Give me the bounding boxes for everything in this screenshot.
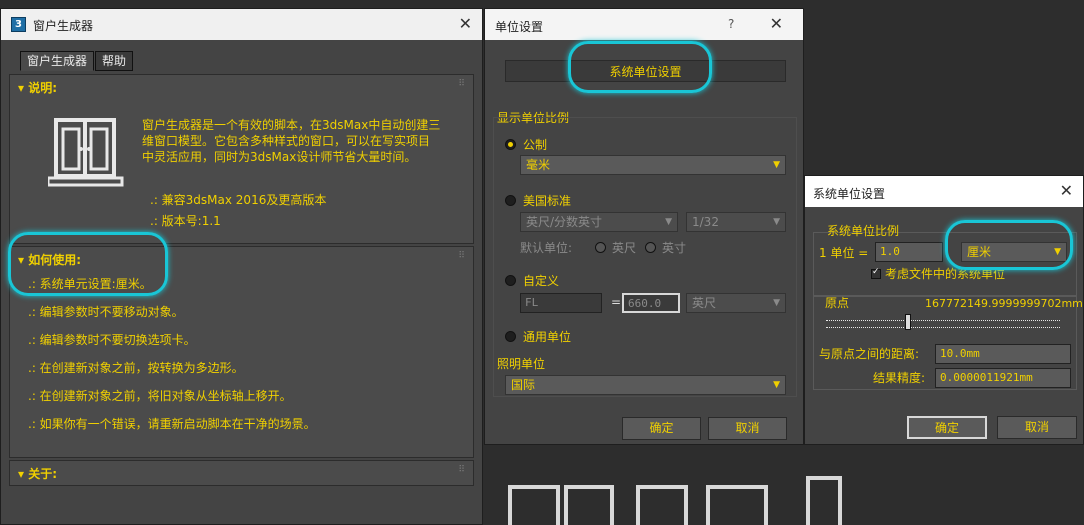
close-icon[interactable]: ✕	[770, 14, 783, 33]
radio-generic[interactable]	[505, 331, 516, 342]
generator-tabs: 窗户生成器 帮助	[20, 51, 134, 71]
system-unit-titlebar[interactable]: 系统单位设置 ✕	[805, 176, 1083, 207]
howto-item: .: 在创建新对象之前，将旧对象从坐标轴上移开。	[28, 389, 292, 403]
us-fraction-dropdown[interactable]: 1/32 ▼	[686, 212, 786, 232]
origin-label: 原点	[825, 296, 850, 310]
system-unit-title: 系统单位设置	[813, 187, 886, 201]
chevron-down-icon: ▼	[773, 298, 780, 308]
window-system-unit: 系统单位设置 ✕ 系统单位比例 1 单位 = 1.0 厘米▼ 考虑文件中的系统单…	[804, 175, 1084, 445]
origin-slider-thumb[interactable]	[905, 314, 911, 330]
rollout-description: ▾ 说明: ⠿ 窗户生成器是一个有效的脚本，在3dsMax中自动创建三 维窗口模…	[9, 74, 474, 244]
lighting-units-label: 照明单位	[497, 357, 546, 371]
app-3dsmax-icon: 3	[11, 17, 26, 32]
custom-equals: =	[611, 295, 622, 309]
close-icon[interactable]: ✕	[459, 14, 472, 33]
us-unit-dropdown[interactable]: 英尺/分数英寸 ▼	[520, 212, 678, 232]
lighting-units-dropdown[interactable]: 国际 ▼	[505, 375, 786, 395]
howto-item: .: 在创建新对象之前，按转换为多边形。	[28, 361, 244, 375]
cancel-button[interactable]: 取消	[708, 417, 787, 440]
highlight-ring	[945, 220, 1073, 270]
radio-custom[interactable]	[505, 275, 516, 286]
generic-label: 通用单位	[523, 330, 572, 344]
rollout-grip-icon: ⠿	[458, 79, 465, 89]
close-icon[interactable]: ✕	[1060, 181, 1073, 200]
ok-button[interactable]: 确定	[622, 417, 701, 440]
default-unit-label: 默认单位:	[520, 241, 573, 255]
custom-label: 自定义	[523, 274, 560, 288]
tab-generator[interactable]: 窗户生成器	[20, 51, 95, 71]
description-text: 窗户生成器是一个有效的脚本，在3dsMax中自动创建三 维窗口模型。它包含多种样…	[142, 118, 441, 164]
unit-prefix-label: 1 单位 =	[819, 246, 869, 260]
window-illustration-icon	[48, 118, 124, 187]
howto-item: .: 如果你有一个错误，请重新启动脚本在干净的场景。	[28, 417, 316, 431]
rollout-about: ▾ 关于: ⠿	[9, 460, 474, 486]
distance-field[interactable]: 10.0mm	[935, 344, 1071, 364]
highlight-ring	[568, 41, 712, 93]
tab-help[interactable]: 帮助	[95, 51, 134, 71]
howto-item: .: 编辑参数时不要移动对象。	[28, 305, 184, 319]
default-feet-label: 英尺	[612, 241, 637, 255]
generator-titlebar[interactable]: 3 窗户生成器 ✕	[1, 9, 482, 40]
unit-value-field[interactable]: 1.0	[875, 242, 943, 262]
ok-button[interactable]: 确定	[907, 416, 987, 439]
precision-label: 结果精度:	[873, 371, 926, 385]
us-standard-label: 美国标准	[523, 194, 572, 208]
version-text: .: 版本号:1.1	[150, 214, 221, 228]
rollout-grip-icon: ⠿	[458, 251, 465, 261]
origin-value: 167772149.9999999702mm	[925, 297, 1083, 310]
consider-files-checkbox[interactable]	[871, 267, 881, 279]
window-preview-icon	[636, 485, 688, 525]
default-inch-label: 英寸	[662, 241, 687, 255]
custom-name-field[interactable]: FL	[520, 293, 602, 313]
help-icon[interactable]: ?	[728, 17, 734, 31]
highlight-ring	[8, 232, 168, 296]
window-preview-icon	[706, 485, 768, 525]
custom-value-field[interactable]: 660.0	[622, 293, 680, 313]
precision-field: 0.0000011921mm	[935, 368, 1071, 388]
custom-unit-dropdown[interactable]: 英尺 ▼	[686, 293, 786, 313]
window-preview-icon	[508, 485, 560, 525]
chevron-down-icon: ▼	[773, 160, 780, 170]
unit-setup-title: 单位设置	[495, 20, 544, 34]
cancel-button[interactable]: 取消	[997, 416, 1077, 439]
chevron-down-icon: ▼	[665, 217, 672, 227]
metric-unit-dropdown[interactable]: 毫米 ▼	[520, 155, 786, 175]
window-preview-icon	[564, 485, 614, 525]
metric-label: 公制	[523, 138, 548, 152]
howto-item: .: 编辑参数时不要切换选项卡。	[28, 333, 196, 347]
unit-setup-titlebar[interactable]: 单位设置 ? ✕	[485, 9, 803, 40]
generator-title: 窗户生成器	[33, 19, 94, 33]
window-preview-icon	[806, 476, 842, 525]
rollout-about-title[interactable]: ▾ 关于:	[18, 465, 57, 482]
rollout-grip-icon: ⠿	[458, 465, 465, 475]
chevron-down-icon: ▼	[773, 217, 780, 227]
system-scale-label: 系统单位比例	[827, 224, 900, 238]
radio-metric[interactable]	[505, 139, 516, 150]
radio-default-feet[interactable]	[595, 242, 606, 253]
compat-text: .: 兼容3dsMax 2016及更高版本	[150, 193, 327, 207]
chevron-down-icon: ▼	[773, 380, 780, 390]
origin-slider-track[interactable]	[826, 320, 1060, 328]
distance-label: 与原点之间的距离:	[819, 347, 920, 361]
radio-us-standard[interactable]	[505, 195, 516, 206]
rollout-description-title[interactable]: ▾ 说明:	[18, 79, 57, 96]
radio-default-inch[interactable]	[645, 242, 656, 253]
